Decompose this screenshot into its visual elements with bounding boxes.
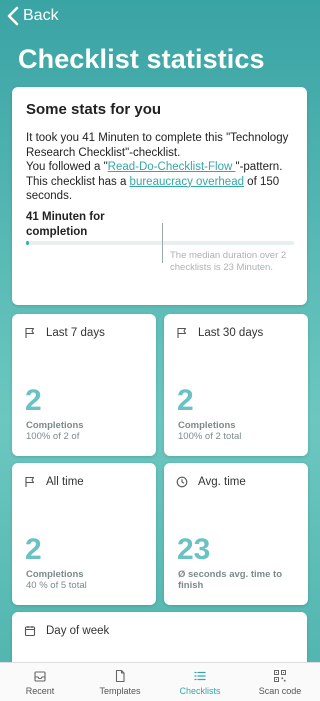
tile-value: 2 [25, 384, 42, 417]
flag-icon [25, 327, 35, 338]
day-of-week-title: Day of week [46, 625, 110, 637]
list-icon [194, 671, 206, 681]
tile-label-rest: 100% of 2 of [26, 431, 80, 442]
back-label: Back [23, 7, 59, 24]
tab-label: Recent [25, 686, 55, 696]
back-button[interactable]: Back [6, 6, 59, 26]
tab-recent[interactable]: Recent [0, 663, 80, 701]
inbox-icon [34, 671, 46, 682]
median-marker [162, 223, 163, 263]
calendar-icon [24, 626, 36, 637]
stat-tile-last-30-days: Last 30 days 2 Completions 100% of 2 tot… [164, 314, 308, 456]
duration-progress-track [26, 241, 294, 245]
page-title: Checklist statistics [18, 44, 265, 74]
tab-label: Checklists [179, 686, 221, 696]
tile-value: 23 [177, 533, 211, 566]
qr-code-icon [274, 670, 286, 682]
clock-icon [176, 476, 188, 488]
duration-label: 41 Minuten for completion [26, 211, 105, 238]
tile-label-bold: Completions [178, 420, 236, 431]
tile-label-rest: 100% of 2 total [178, 431, 242, 442]
summary-line-3-pre: This checklist has a [26, 175, 130, 188]
summary-card: Some stats for you It took you 41 Minute… [12, 87, 307, 305]
summary-heading: Some stats for you [26, 101, 162, 118]
stat-tile-all-time: All time 2 Completions 40 % of 5 total [12, 463, 156, 605]
top-bar: Back [0, 0, 320, 34]
duration-progress-fill [26, 241, 29, 245]
tab-templates[interactable]: Templates [80, 663, 160, 701]
bureaucracy-overhead-link[interactable]: bureaucracy overhead [130, 176, 244, 188]
tab-label: Templates [99, 686, 141, 696]
summary-line-1: It took you 41 Minuten to complete this … [26, 132, 289, 159]
tile-title: Last 7 days [46, 327, 105, 339]
tab-scan-code[interactable]: Scan code [240, 663, 320, 701]
tile-value: 2 [25, 533, 42, 566]
bottom-tab-bar: Recent Templates Checklists Scan code [0, 662, 320, 701]
stat-tile-last-7-days: Last 7 days 2 Completions 100% of 2 of [12, 314, 156, 456]
flow-pattern-link[interactable]: Read-Do-Checklist-Flow [108, 161, 236, 173]
tab-checklists[interactable]: Checklists [160, 663, 240, 701]
tile-label-bold: Ø seconds avg. time to finish [178, 569, 282, 591]
flag-icon [177, 327, 187, 338]
summary-text: It took you 41 Minuten to complete this … [26, 131, 296, 204]
stat-tile-avg-time: Avg. time 23 Ø seconds avg. time to fini… [164, 463, 308, 605]
flag-icon [25, 476, 35, 487]
median-note: The median duration over 2 checklists is… [170, 250, 287, 273]
tile-title: All time [46, 476, 84, 488]
document-icon [115, 669, 125, 683]
tile-label-bold: Completions [26, 569, 84, 580]
tile-title: Last 30 days [198, 327, 264, 339]
tab-label: Scan code [258, 686, 302, 696]
tile-label-rest: 40 % of 5 total [26, 580, 87, 591]
tile-title: Avg. time [198, 476, 246, 488]
tile-label-bold: Completions [26, 420, 84, 431]
chevron-left-icon [7, 6, 19, 26]
summary-line-2-post: "-pattern. [235, 161, 283, 173]
summary-line-2-pre: You followed a " [26, 161, 108, 173]
tile-value: 2 [177, 384, 194, 417]
